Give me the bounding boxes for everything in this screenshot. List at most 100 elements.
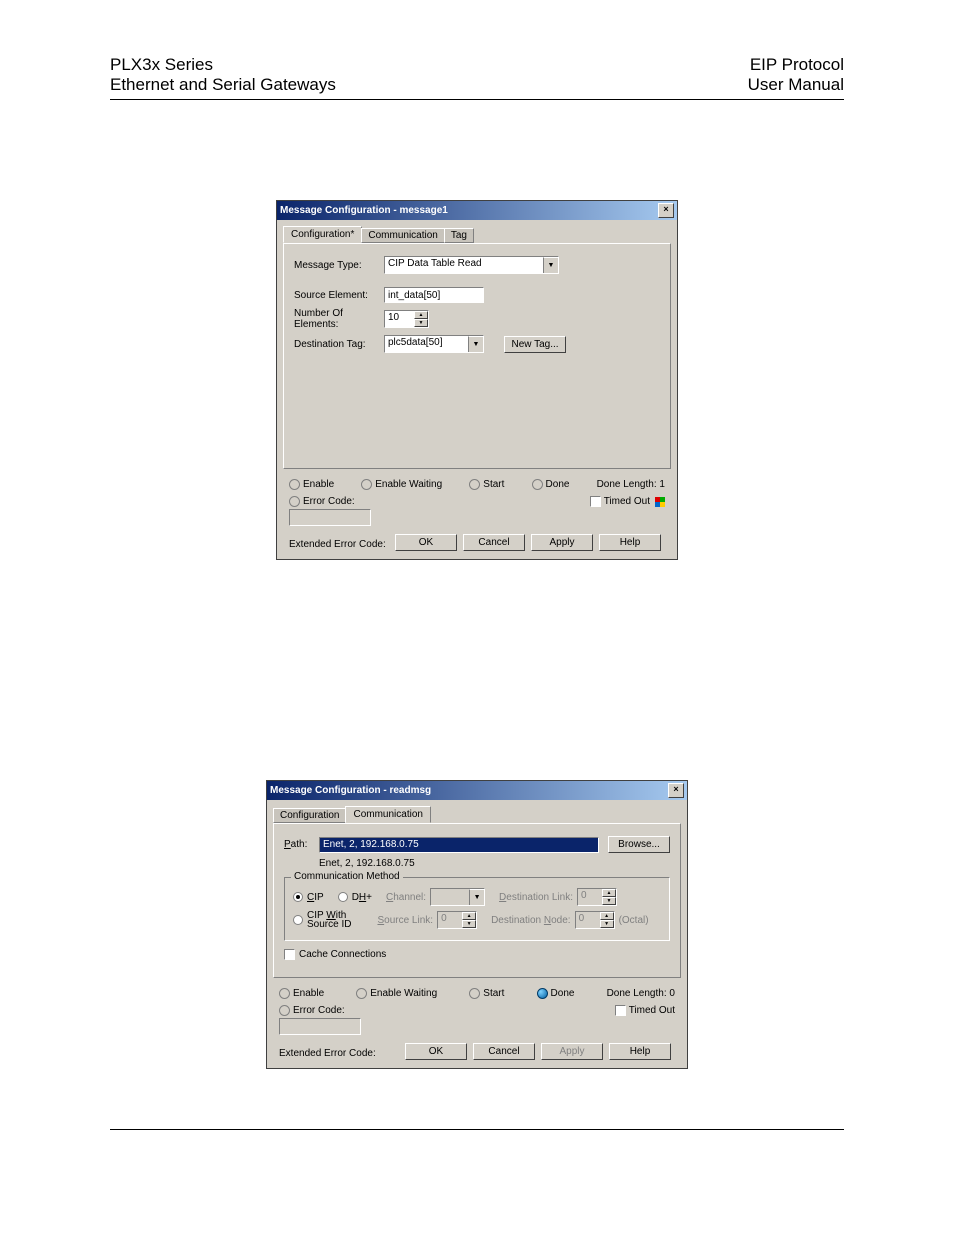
enable-waiting-led bbox=[356, 988, 367, 999]
window-title: Message Configuration - message1 bbox=[280, 205, 448, 216]
header-series: PLX3x Series bbox=[110, 55, 336, 75]
message-type-select[interactable]: CIP Data Table Read ▼ bbox=[384, 256, 559, 274]
dest-link-value: 0 bbox=[578, 889, 602, 905]
help-button[interactable]: Help bbox=[609, 1043, 671, 1060]
tab-tag[interactable]: Tag bbox=[444, 228, 474, 243]
label-start: Start bbox=[483, 479, 504, 490]
error-led bbox=[289, 496, 300, 507]
help-button[interactable]: Help bbox=[599, 534, 661, 551]
label-enable: Enable bbox=[293, 988, 324, 999]
label-extended-error: Extended Error Code: bbox=[275, 1048, 376, 1059]
path-echo: Enet, 2, 192.168.0.75 bbox=[319, 858, 415, 869]
message-config-dialog-2: Message Configuration - readmsg × Config… bbox=[266, 780, 688, 1069]
spinner-down-icon[interactable]: ▼ bbox=[414, 319, 428, 327]
path-input[interactable]: Enet, 2, 192.168.0.75 bbox=[319, 837, 599, 853]
label-done-length: Done Length: 1 bbox=[597, 479, 665, 490]
label-channel: Channel: bbox=[386, 892, 426, 903]
label-extended-error: Extended Error Code: bbox=[285, 539, 386, 550]
label-done: Done bbox=[551, 988, 575, 999]
footer-rule bbox=[110, 1129, 844, 1130]
chevron-down-icon[interactable]: ▼ bbox=[468, 336, 483, 352]
label-cip: CIP bbox=[307, 892, 324, 903]
label-num-elements: Number Of Elements: bbox=[294, 308, 384, 330]
cache-connections-checkbox[interactable] bbox=[284, 949, 295, 960]
cancel-button[interactable]: Cancel bbox=[463, 534, 525, 551]
source-link-value: 0 bbox=[438, 912, 462, 928]
cancel-button[interactable]: Cancel bbox=[473, 1043, 535, 1060]
page-header: PLX3x Series Ethernet and Serial Gateway… bbox=[110, 55, 844, 100]
label-start: Start bbox=[483, 988, 504, 999]
label-octal: (Octal) bbox=[619, 915, 649, 926]
timed-out-checkbox[interactable] bbox=[615, 1005, 626, 1016]
titlebar[interactable]: Message Configuration - readmsg × bbox=[267, 781, 687, 800]
message-type-value: CIP Data Table Read bbox=[385, 257, 543, 273]
label-done: Done bbox=[546, 479, 570, 490]
enable-waiting-led bbox=[361, 479, 372, 490]
done-led bbox=[532, 479, 543, 490]
dest-link-spinner: 0 ▲▼ bbox=[577, 888, 617, 906]
chevron-down-icon: ▼ bbox=[469, 889, 484, 905]
window-title: Message Configuration - readmsg bbox=[270, 785, 431, 796]
tab-configuration[interactable]: Configuration* bbox=[283, 226, 362, 243]
label-enable-waiting: Enable Waiting bbox=[375, 479, 442, 490]
titlebar[interactable]: Message Configuration - message1 × bbox=[277, 201, 677, 220]
spinner-up-icon[interactable]: ▲ bbox=[414, 311, 428, 319]
flag-icon bbox=[655, 497, 665, 507]
label-error-code: Error Code: bbox=[293, 1005, 345, 1016]
source-element-input[interactable] bbox=[384, 287, 484, 303]
communication-method-group: Communication Method CIP DH+ Channel: ▼ bbox=[284, 877, 670, 941]
enable-led bbox=[279, 988, 290, 999]
label-source-link: Source Link: bbox=[377, 915, 433, 926]
error-display bbox=[289, 509, 371, 526]
close-icon[interactable]: × bbox=[668, 783, 684, 798]
num-elements-value: 10 bbox=[385, 311, 414, 327]
cip-radio[interactable] bbox=[293, 892, 303, 902]
num-elements-spinner[interactable]: 10 ▲ ▼ bbox=[384, 310, 429, 328]
ok-button[interactable]: OK bbox=[405, 1043, 467, 1060]
header-doctype: User Manual bbox=[748, 75, 844, 95]
tab-configuration[interactable]: Configuration bbox=[273, 808, 346, 823]
destination-tag-value: plc5data[50] bbox=[385, 336, 468, 352]
timed-out-checkbox[interactable] bbox=[590, 496, 601, 507]
label-path: Path: bbox=[284, 839, 319, 850]
error-led bbox=[279, 1005, 290, 1016]
dest-node-spinner: 0 ▲▼ bbox=[575, 911, 615, 929]
label-comm-method: Communication Method bbox=[291, 871, 403, 882]
cip-with-source-radio[interactable] bbox=[293, 915, 303, 925]
start-led bbox=[469, 988, 480, 999]
label-dest-link: Destination Link: bbox=[499, 892, 573, 903]
tab-communication[interactable]: Communication bbox=[345, 806, 430, 823]
label-timed-out: Timed Out bbox=[604, 496, 650, 507]
done-led bbox=[537, 988, 548, 999]
label-enable: Enable bbox=[303, 479, 334, 490]
label-message-type: Message Type: bbox=[294, 260, 384, 271]
browse-button[interactable]: Browse... bbox=[608, 836, 670, 853]
close-icon[interactable]: × bbox=[658, 203, 674, 218]
apply-button: Apply bbox=[541, 1043, 603, 1060]
enable-led bbox=[289, 479, 300, 490]
label-source-element: Source Element: bbox=[294, 290, 384, 301]
label-enable-waiting: Enable Waiting bbox=[370, 988, 437, 999]
dh-radio[interactable] bbox=[338, 892, 348, 902]
label-destination-tag: Destination Tag: bbox=[294, 339, 384, 350]
channel-select: ▼ bbox=[430, 888, 485, 906]
label-done-length: Done Length: 0 bbox=[607, 988, 675, 999]
label-dest-node: Destination Node: bbox=[491, 915, 571, 926]
header-protocol: EIP Protocol bbox=[748, 55, 844, 75]
label-timed-out: Timed Out bbox=[629, 1005, 675, 1016]
error-display bbox=[279, 1018, 361, 1035]
label-error-code: Error Code: bbox=[303, 496, 355, 507]
start-led bbox=[469, 479, 480, 490]
ok-button[interactable]: OK bbox=[395, 534, 457, 551]
destination-tag-select[interactable]: plc5data[50] ▼ bbox=[384, 335, 484, 353]
tab-communication[interactable]: Communication bbox=[361, 228, 444, 243]
new-tag-button[interactable]: New Tag... bbox=[504, 336, 566, 353]
header-subtitle: Ethernet and Serial Gateways bbox=[110, 75, 336, 95]
label-dh: DH+ bbox=[352, 892, 372, 903]
message-config-dialog-1: Message Configuration - message1 × Confi… bbox=[276, 200, 678, 560]
label-cache: Cache Connections bbox=[299, 949, 386, 960]
label-cip-with: CIP WithSource ID bbox=[307, 911, 351, 929]
dest-node-value: 0 bbox=[576, 912, 600, 928]
apply-button[interactable]: Apply bbox=[531, 534, 593, 551]
chevron-down-icon[interactable]: ▼ bbox=[543, 257, 558, 273]
